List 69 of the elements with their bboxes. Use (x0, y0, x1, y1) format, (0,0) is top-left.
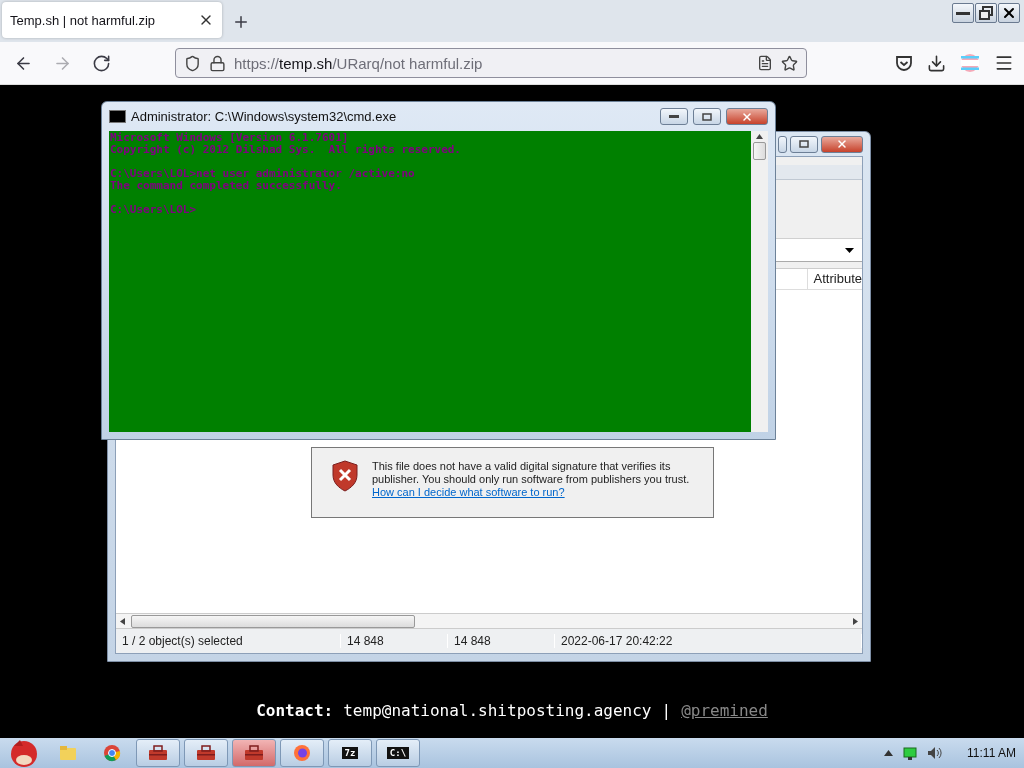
taskbar-button[interactable] (184, 739, 228, 767)
close-icon (1001, 5, 1017, 21)
close-icon (741, 110, 753, 123)
console-line: C:\Users\LOL>net user administrator /active:no (110, 168, 416, 180)
minimize-icon (956, 11, 970, 15)
column-header[interactable]: Attribute (806, 269, 862, 289)
show-hidden-icons[interactable] (884, 750, 894, 756)
console-icon (109, 110, 126, 123)
contact-label: Contact: (256, 700, 334, 720)
console-line: Copyright (c) 2012 Dilshad Sys. All rights reserved. (110, 144, 462, 156)
status-cell: 1 / 2 object(s) selected (116, 634, 341, 648)
browser-tab[interactable]: Temp.sh | not harmful.zip (2, 2, 222, 38)
toolbox-icon (244, 745, 264, 761)
network-icon[interactable] (903, 746, 918, 760)
restore-button[interactable] (975, 3, 997, 23)
maximize-button[interactable] (790, 135, 818, 153)
caret-icon (845, 247, 854, 253)
shield-error-icon (332, 460, 358, 492)
download-icon[interactable] (927, 53, 946, 73)
clock[interactable]: 11:11 AM (967, 746, 1016, 760)
console-line: C:\Users\LOL> (110, 204, 198, 216)
taskbar-button[interactable]: C:\ (376, 739, 420, 767)
status-cell: 14 848 (341, 634, 448, 648)
console-icon: C:\ (386, 747, 410, 759)
scrollbar-thumb[interactable] (753, 142, 766, 160)
menu-icon[interactable] (994, 53, 1014, 73)
taskbar-button[interactable] (136, 739, 180, 767)
status-cell: 14 848 (448, 634, 555, 648)
folder-icon (59, 745, 77, 761)
taskbar-button[interactable]: 7z (328, 739, 372, 767)
shield-icon[interactable] (184, 54, 201, 72)
pocket-icon[interactable] (895, 54, 913, 72)
handle-link[interactable]: @premined (681, 700, 768, 720)
separator: | (661, 700, 672, 720)
console-line: Microsoft Windows [Version 6.1.7601] (110, 132, 350, 144)
speaker-icon[interactable] (927, 746, 944, 760)
maximize-icon (702, 112, 712, 121)
restore-icon (979, 6, 993, 20)
contact-email: temp@national.shitposting.agency (343, 700, 652, 720)
scrollbar-thumb[interactable] (131, 614, 415, 628)
maximize-icon (799, 140, 809, 148)
warning-message: This file does not have a valid digital signature that verifies its publisher. You should only run software from publishers you trust. (372, 460, 691, 486)
lock-icon[interactable] (209, 54, 226, 72)
browser-icon (103, 744, 121, 762)
maximize-button[interactable] (693, 108, 721, 125)
toolbox-icon (196, 745, 216, 761)
toolbox-icon (148, 745, 168, 761)
minimize-button[interactable] (660, 108, 688, 125)
minimize-icon (669, 115, 679, 118)
reload-icon (92, 53, 111, 73)
taskbar-button[interactable] (280, 739, 324, 767)
taskbar-button[interactable] (232, 739, 276, 767)
archiver-icon: 7z (341, 747, 359, 759)
console-line: The command completed successfully. (110, 180, 343, 192)
reader-icon[interactable] (757, 55, 773, 71)
window-title: Administrator: C:\Windows\system32\cmd.exe (131, 109, 398, 124)
close-icon (836, 138, 848, 150)
status-cell: 2022-06-17 20:42:22 (555, 634, 862, 648)
star-icon[interactable] (781, 54, 798, 72)
caret-right-icon[interactable] (853, 617, 858, 625)
caret-left-icon[interactable] (120, 617, 125, 625)
address-field[interactable]: https://temp.sh/URarq/not harmful.zip (175, 48, 807, 78)
close-button[interactable] (998, 3, 1020, 23)
caret-up-icon[interactable] (756, 134, 763, 139)
minimize-button[interactable] (952, 3, 974, 23)
help-link[interactable]: How can I decide what software to run? (372, 486, 565, 498)
horizontal-scrollbar[interactable] (116, 613, 862, 628)
plus-icon (232, 13, 250, 31)
vertical-scrollbar[interactable] (751, 131, 768, 432)
